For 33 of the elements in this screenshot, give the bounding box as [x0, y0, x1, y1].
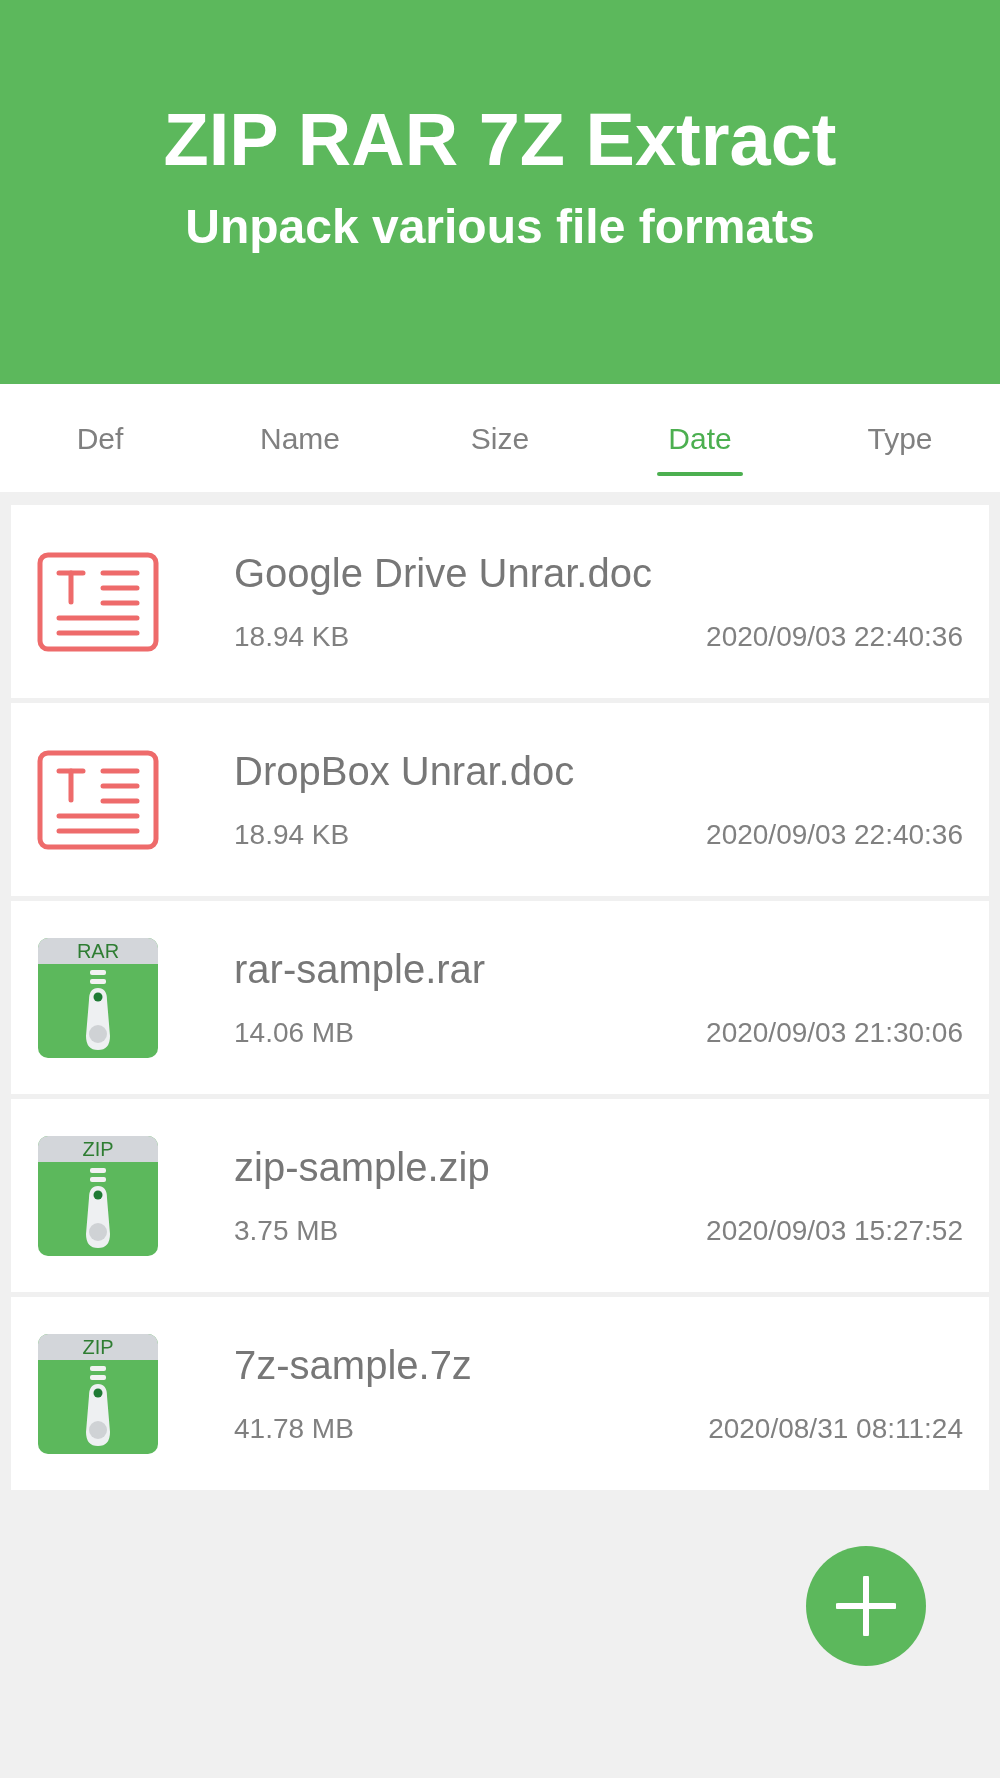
file-date: 2020/08/31 08:11:24	[708, 1414, 963, 1443]
file-row[interactable]: ZIP zip-sample.zip 3.75 MB 2020/09/03 15:27:52	[11, 1099, 989, 1292]
app-subtitle: Unpack various file formats	[185, 203, 815, 251]
file-date: 2020/09/03 22:40:36	[706, 622, 963, 651]
app-title: ZIP RAR 7Z Extract	[163, 103, 837, 177]
file-name: 7z-sample.7z	[234, 1344, 473, 1385]
archive-label: RAR	[76, 940, 120, 961]
file-date: 2020/09/03 15:27:52	[706, 1216, 963, 1245]
file-size: 3.75 MB	[234, 1216, 339, 1245]
file-date: 2020/09/03 21:30:06	[706, 1018, 963, 1047]
plus-icon	[836, 1576, 896, 1636]
file-name: Google Drive Unrar.doc	[234, 552, 653, 593]
file-size: 41.78 MB	[234, 1414, 354, 1443]
file-row[interactable]: Google Drive Unrar.doc 18.94 KB 2020/09/03 22:40:36	[11, 505, 989, 698]
file-name: rar-sample.rar	[234, 948, 487, 989]
archive-label: ZIP	[82, 1336, 114, 1357]
sort-tab[interactable]: Name	[200, 384, 400, 492]
file-row[interactable]: ZIP 7z-sample.7z 41.78 MB 2020/08/31 08:11:24	[11, 1297, 989, 1490]
file-size: 14.06 MB	[234, 1018, 354, 1047]
document-icon	[37, 551, 159, 652]
file-row[interactable]: RAR rar-sample.rar 14.06 MB 2020/09/03 21:30:06	[11, 901, 989, 1094]
file-size: 18.94 KB	[234, 820, 350, 849]
sort-tab[interactable]: Date	[600, 384, 800, 492]
file-name: zip-sample.zip	[234, 1146, 491, 1187]
file-size: 18.94 KB	[234, 622, 350, 651]
sort-tab[interactable]: Size	[400, 384, 600, 492]
document-icon	[37, 749, 159, 850]
file-name: DropBox Unrar.doc	[234, 750, 576, 791]
archive-label: ZIP	[82, 1138, 114, 1159]
sort-tab[interactable]: Type	[800, 384, 1000, 492]
file-row[interactable]: DropBox Unrar.doc 18.94 KB 2020/09/03 22:40:36	[11, 703, 989, 896]
sort-tab[interactable]: Def	[0, 384, 200, 492]
file-date: 2020/09/03 22:40:36	[706, 820, 963, 849]
